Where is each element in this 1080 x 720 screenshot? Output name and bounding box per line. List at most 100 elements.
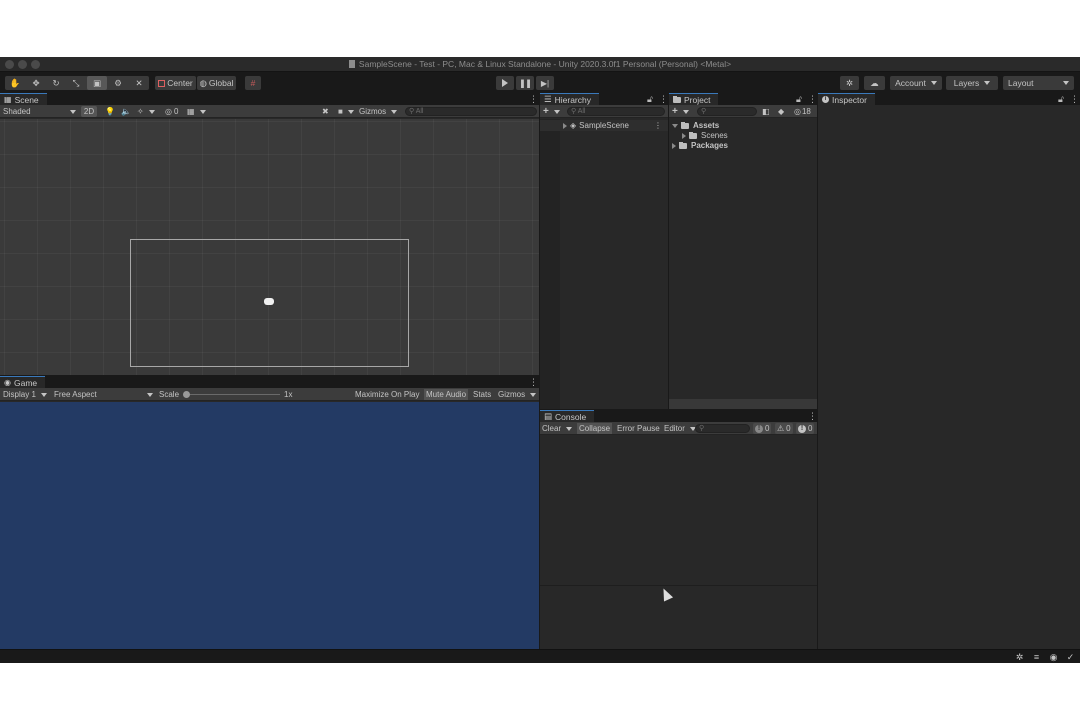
project-search-input[interactable]: ⚲ — [697, 107, 757, 116]
expand-arrow-icon[interactable] — [682, 132, 686, 139]
scene-viewport[interactable] — [0, 119, 539, 375]
scale-tool-button[interactable]: ⤡ — [66, 76, 86, 90]
play-button[interactable] — [496, 76, 514, 90]
info-count-toggle[interactable]: ! 0 — [753, 423, 772, 434]
scene-menu-icon[interactable]: ⋮ — [529, 95, 538, 104]
global-space-button[interactable]: ◍ Global — [197, 76, 236, 90]
hand-tool-button[interactable]: ✋ — [5, 76, 25, 90]
error-count-toggle[interactable]: ! 0 — [796, 423, 815, 434]
space-label: Global — [208, 78, 234, 88]
error-count: 0 — [808, 424, 813, 433]
scale-slider-handle[interactable] — [183, 391, 190, 398]
cloud-button[interactable]: ☁ — [864, 76, 885, 90]
layers-dropdown[interactable]: Layers — [946, 76, 998, 90]
shading-mode-dropdown[interactable]: Shaded — [3, 106, 76, 117]
scene-search-input[interactable]: ⚲ All — [405, 107, 537, 116]
effects-dropdown[interactable]: ✧ — [137, 106, 155, 117]
editor-dropdown[interactable]: Editor — [664, 423, 696, 434]
plus-icon: + — [543, 106, 549, 117]
tab-console[interactable]: ▤ Console — [540, 410, 595, 422]
aspect-label: Free Aspect — [54, 390, 97, 399]
warning-count-toggle[interactable]: ⚠ 0 — [775, 423, 793, 434]
folder-open-icon — [681, 121, 689, 129]
hierarchy-item-samplescene[interactable]: ◈ SampleScene ⋮ — [540, 120, 668, 131]
display-dropdown[interactable]: Display 1 — [3, 389, 47, 400]
custom-tool-button[interactable]: ✕ — [129, 76, 149, 90]
label-tag-icon: ◆ — [778, 107, 785, 116]
error-pause-toggle[interactable]: Error Pause — [617, 423, 660, 434]
tools-button[interactable]: ✖ — [322, 106, 329, 117]
step-button[interactable]: ▶| — [536, 76, 554, 90]
maximize-on-play-toggle[interactable]: Maximize On Play — [355, 389, 419, 400]
mute-audio-toggle[interactable]: Mute Audio — [424, 389, 469, 400]
transform-tool-button[interactable]: ⚙ — [108, 76, 128, 90]
hierarchy-item-menu-icon[interactable]: ⋮ — [654, 121, 662, 130]
scale-slider[interactable] — [183, 391, 280, 398]
console-detail-area[interactable] — [540, 586, 817, 649]
game-gizmos-dropdown[interactable]: Gizmos — [498, 389, 536, 400]
tab-hierarchy[interactable]: ☰ Hierarchy — [540, 93, 599, 105]
search-by-label-button[interactable]: ◆ — [778, 106, 784, 117]
tab-scene[interactable]: ▦ Scene — [0, 93, 47, 105]
maximize-label: Maximize On Play — [355, 390, 420, 399]
main-toolbar: ✋ ✥ ↻ ⤡ ▣ ⚙ ✕ Center ◍Global # ❚❚ ▶| ✲ — [0, 73, 1080, 93]
camera-gizmo-icon[interactable] — [264, 298, 274, 305]
project-lock-icon[interactable]: 🔓︎ — [796, 95, 802, 104]
lighting-toggle[interactable]: 💡 — [105, 106, 115, 117]
expand-arrow-icon[interactable] — [672, 142, 676, 149]
account-dropdown[interactable]: Account — [890, 76, 942, 90]
cache-server-icon[interactable]: ≡ — [1032, 653, 1041, 662]
unity-editor-window: SampleScene - Test - PC, Mac & Linux Sta… — [0, 57, 1080, 663]
auto-generate-lighting-icon[interactable]: ◉ — [1049, 653, 1058, 662]
camera-dropdown[interactable]: ■ — [338, 106, 354, 117]
error-icon: ! — [798, 424, 806, 433]
inspector-lock-icon[interactable]: 🔓︎ — [1058, 95, 1064, 104]
console-search-input[interactable]: ⚲ — [695, 424, 750, 433]
cloud-icon: ☁ — [870, 77, 879, 88]
clear-button[interactable]: Clear — [542, 423, 572, 434]
game-menu-icon[interactable]: ⋮ — [529, 378, 538, 387]
stats-toggle[interactable]: Stats — [473, 389, 491, 400]
grid-snap-button[interactable]: # — [245, 76, 261, 90]
pause-button[interactable]: ❚❚ — [516, 76, 534, 90]
expand-arrow-icon[interactable] — [563, 122, 567, 129]
game-toolbar: Display 1 Free Aspect Scale 1x Maximize … — [0, 388, 539, 401]
progress-check-icon[interactable]: ✓ — [1066, 653, 1075, 662]
scene-gizmos-dropdown[interactable]: Gizmos — [359, 106, 399, 117]
project-menu-icon[interactable]: ⋮ — [808, 95, 817, 104]
pivot-center-button[interactable]: Center — [155, 76, 196, 90]
console-log-area[interactable] — [540, 436, 817, 585]
hierarchy-search-input[interactable]: ⚲ All — [567, 107, 665, 116]
tab-project[interactable]: Project — [669, 93, 719, 105]
console-menu-icon[interactable]: ⋮ — [808, 412, 817, 421]
inspector-panel: i Inspector 🔓︎ ⋮ — [818, 93, 1080, 649]
rotate-tool-button[interactable]: ↻ — [46, 76, 66, 90]
collab-button[interactable]: ✲ — [840, 76, 859, 90]
inspector-menu-icon[interactable]: ⋮ — [1070, 95, 1079, 104]
hierarchy-create-dropdown[interactable]: + — [543, 106, 560, 117]
game-viewport[interactable] — [0, 402, 539, 649]
expand-arrow-icon[interactable] — [672, 123, 678, 128]
scene-gizmos-label: Gizmos — [359, 107, 387, 116]
rect-tool-button[interactable]: ▣ — [87, 76, 107, 90]
hierarchy-menu-icon[interactable]: ⋮ — [659, 95, 668, 104]
hidden-objects-toggle[interactable]: ◎ 0 — [165, 106, 178, 117]
aspect-dropdown[interactable]: Free Aspect — [54, 389, 153, 400]
hidden-packages-toggle[interactable]: ◎ 18 — [794, 106, 811, 117]
project-tab-label: Project — [684, 94, 711, 105]
tab-game[interactable]: ◉ Game — [0, 376, 46, 388]
audio-toggle[interactable]: 🔈 — [121, 106, 131, 117]
tab-inspector[interactable]: i Inspector — [818, 93, 875, 105]
scale-value: 1x — [284, 389, 292, 400]
layout-dropdown[interactable]: Layout — [1003, 76, 1074, 90]
scene-search-placeholder: All — [415, 108, 424, 115]
project-item-packages[interactable]: Packages — [669, 140, 817, 151]
mode-2d-toggle[interactable]: 2D — [81, 106, 97, 117]
grid-dropdown[interactable]: ▦ — [187, 106, 206, 117]
collapse-toggle[interactable]: Collapse — [577, 423, 613, 434]
debug-mode-icon[interactable]: ✲ — [1015, 653, 1024, 662]
search-by-type-button[interactable]: ◧ — [762, 106, 770, 117]
move-tool-button[interactable]: ✥ — [26, 76, 46, 90]
hierarchy-lock-icon[interactable]: 🔓︎ — [647, 95, 653, 104]
project-create-dropdown[interactable]: + — [672, 106, 689, 117]
